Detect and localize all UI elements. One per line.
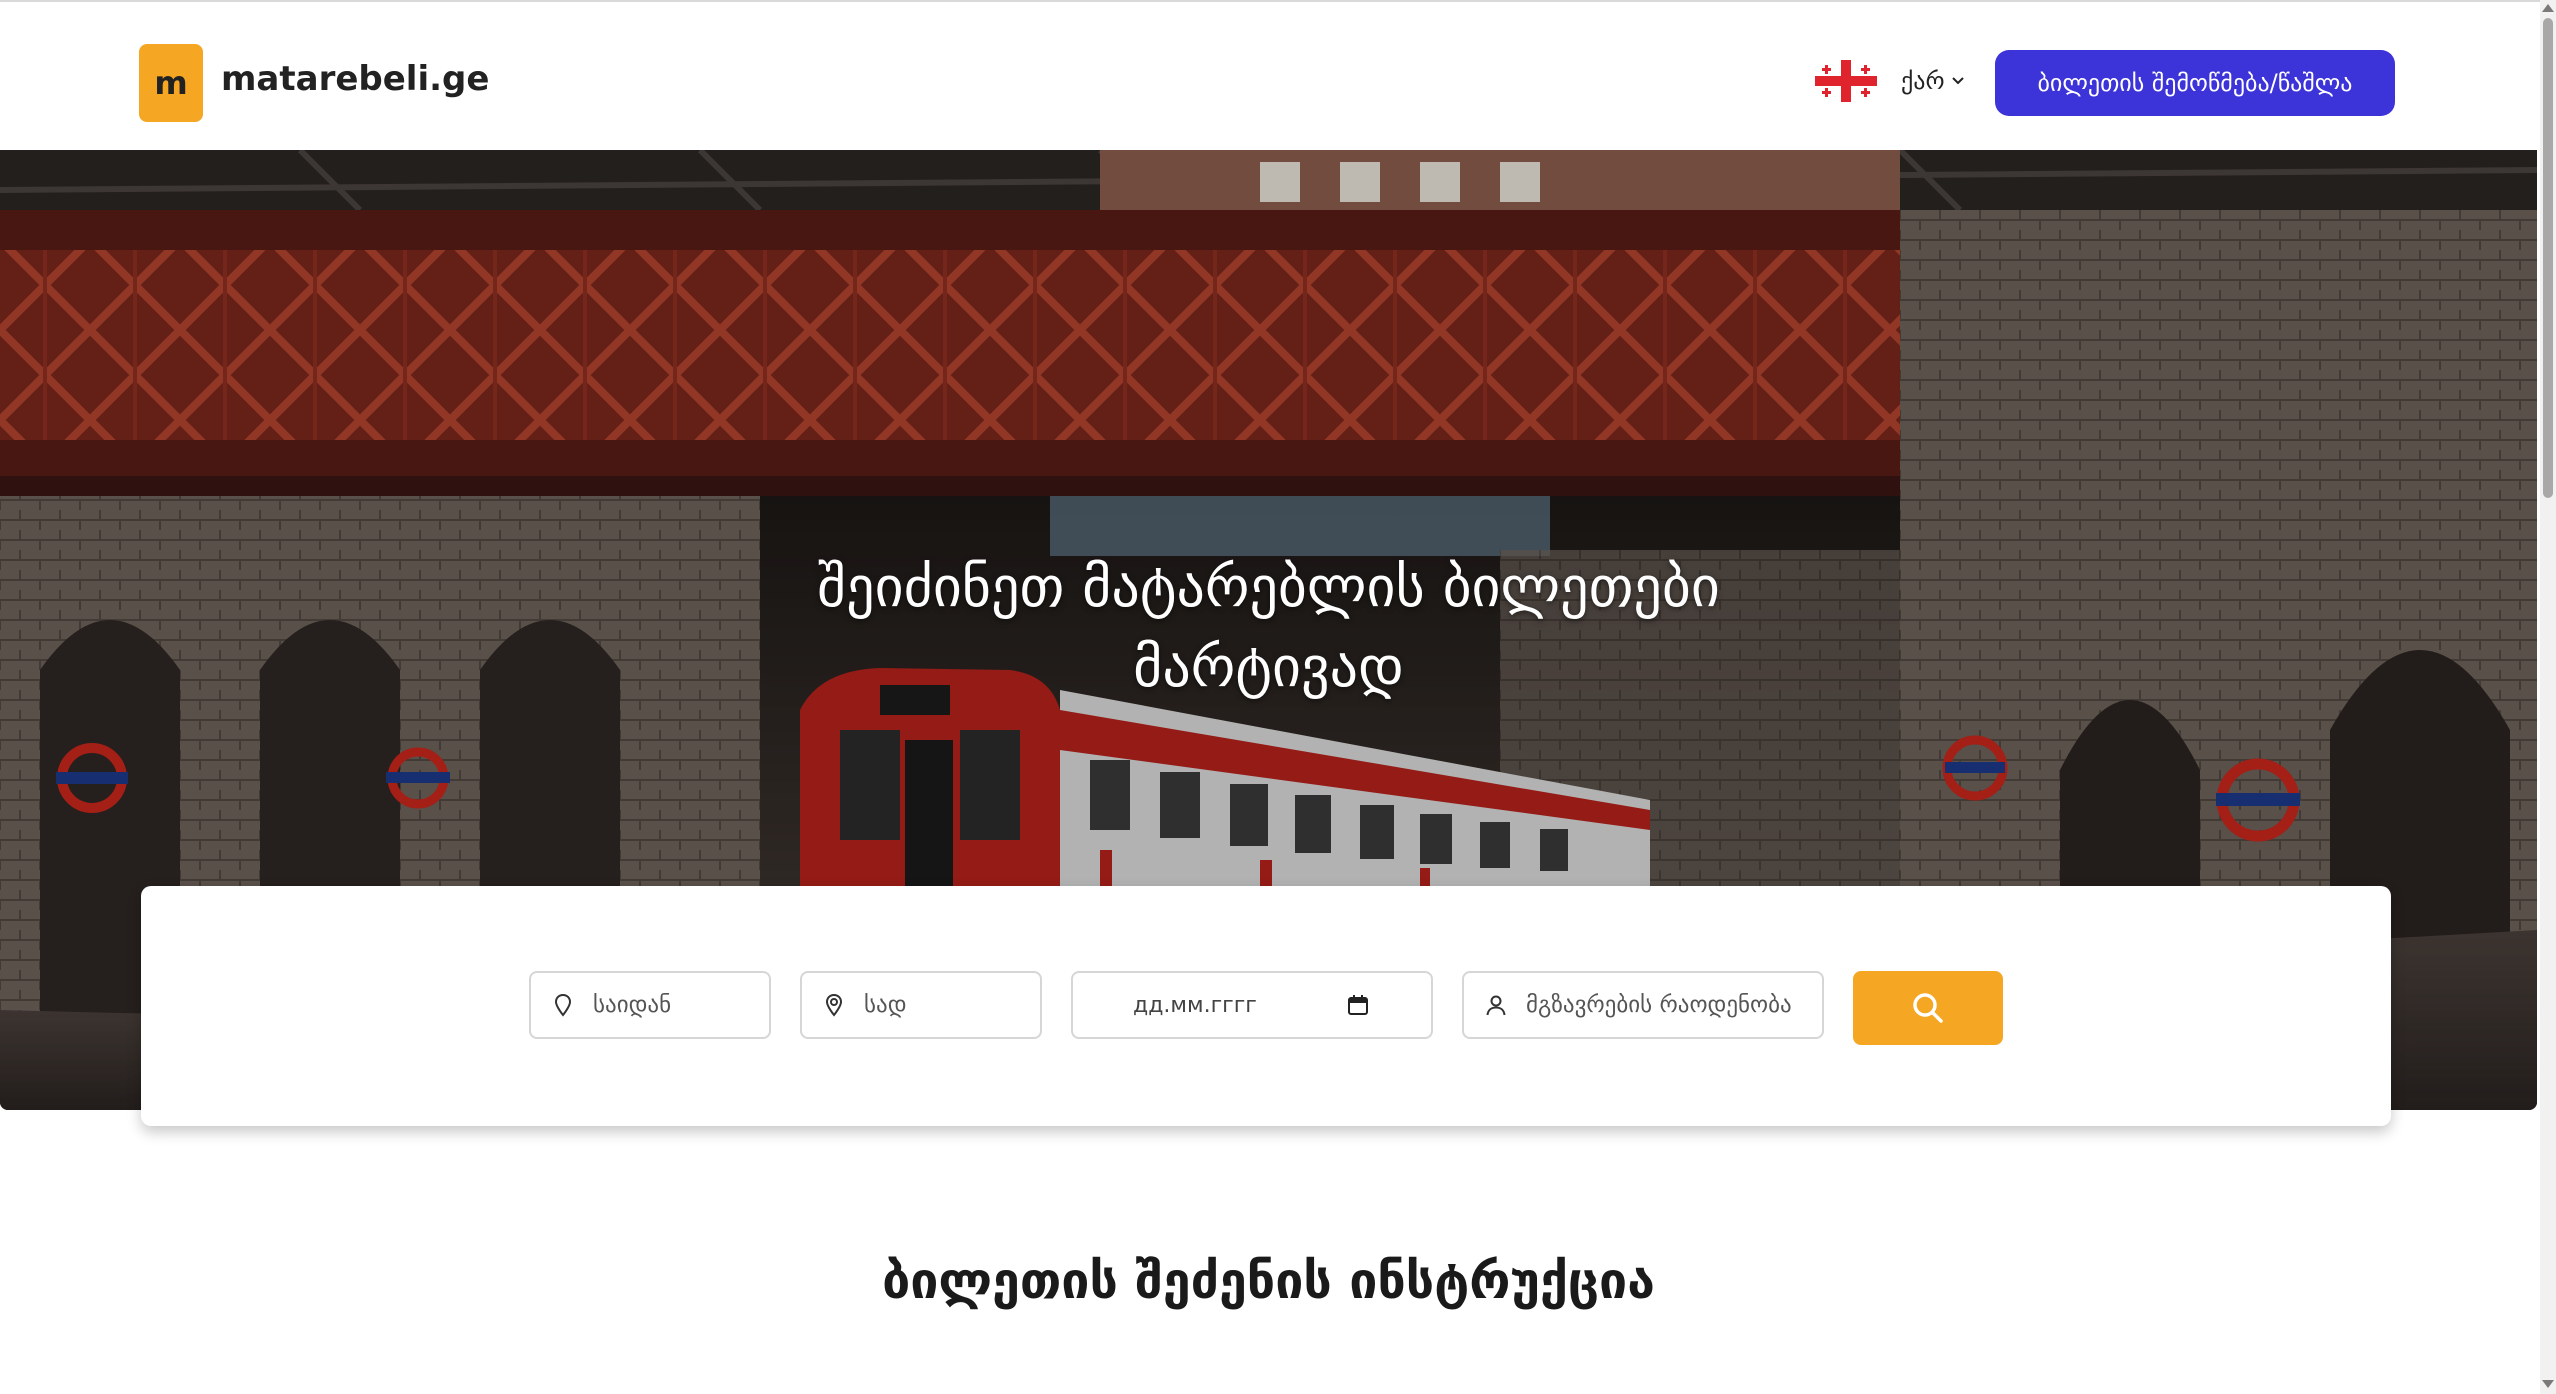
check-delete-ticket-button[interactable]: ბილეთის შემოწმება/წაშლა bbox=[1995, 50, 2395, 116]
chevron-down-icon bbox=[1951, 77, 1964, 85]
calendar-icon[interactable] bbox=[1347, 994, 1369, 1016]
date-field[interactable]: дд.мм.гггг bbox=[1071, 971, 1433, 1039]
from-field[interactable] bbox=[529, 971, 771, 1039]
passengers-field[interactable] bbox=[1462, 971, 1824, 1039]
search-form: дд.мм.гггг bbox=[141, 886, 2391, 1126]
scroll-down-arrow-icon[interactable] bbox=[2542, 1380, 2554, 1388]
from-input[interactable] bbox=[591, 991, 769, 1019]
language-label: ქარ bbox=[1901, 67, 1945, 95]
hero-title-line1: შეიძინეთ მატარებლის ბილეთები bbox=[817, 555, 1720, 620]
search-icon bbox=[1913, 993, 1943, 1023]
scroll-up-arrow-icon[interactable] bbox=[2542, 4, 2554, 12]
map-pin-outline-icon bbox=[554, 993, 572, 1017]
to-input[interactable] bbox=[862, 991, 1040, 1019]
to-field[interactable] bbox=[800, 971, 1042, 1039]
language-selector[interactable]: ქარ bbox=[1815, 60, 1965, 102]
hero-title-line2: მარტივად bbox=[1133, 635, 1404, 700]
date-input[interactable]: дд.мм.гггг bbox=[1133, 993, 1347, 1018]
scrollbar-thumb[interactable] bbox=[2543, 18, 2553, 498]
site-header: m matarebeli.ge ქარ ბილეთის შემოწმება/წა… bbox=[0, 2, 2540, 150]
georgia-flag-icon bbox=[1815, 60, 1877, 102]
map-pin-icon bbox=[825, 993, 843, 1017]
brand-name: matarebeli.ge bbox=[221, 59, 490, 99]
search-button[interactable] bbox=[1853, 971, 2003, 1045]
logo-badge: m bbox=[139, 44, 203, 122]
user-icon bbox=[1486, 995, 1506, 1016]
hero-title: შეიძინეთ მატარებლის ბილეთები მარტივად bbox=[0, 548, 2537, 708]
instructions-heading: ბილეთის შეძენის ინსტრუქცია bbox=[882, 1251, 1655, 1310]
site-logo[interactable]: m matarebeli.ge bbox=[139, 44, 489, 122]
passengers-input[interactable] bbox=[1524, 991, 1822, 1019]
